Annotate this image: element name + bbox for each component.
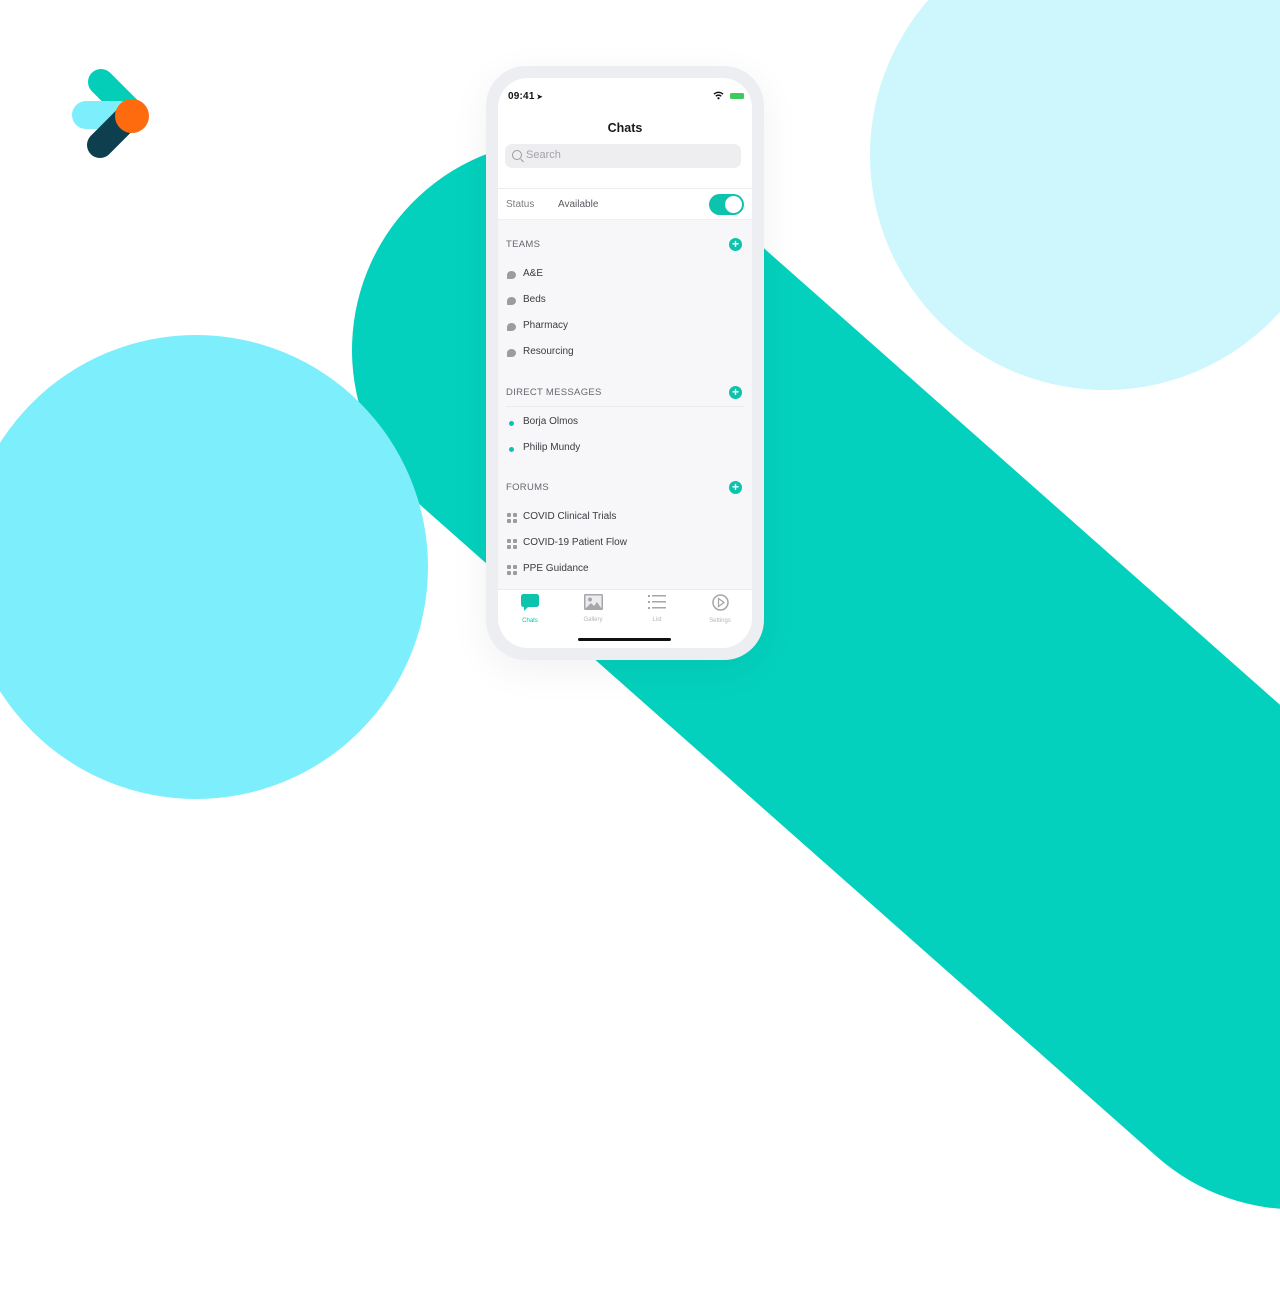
add-forum-button[interactable]: + <box>729 481 742 494</box>
logo-orange-dot <box>115 99 149 133</box>
chat-bubble-icon <box>521 594 539 611</box>
play-circle-icon <box>711 594 729 611</box>
add-team-button[interactable]: + <box>729 238 742 251</box>
search-icon <box>512 150 522 160</box>
search-input[interactable]: Search <box>505 144 741 168</box>
background-circle-light <box>870 0 1280 390</box>
home-indicator <box>578 638 671 641</box>
list-icon <box>648 595 666 609</box>
page-title: Chats <box>607 121 643 135</box>
section-forums-title: FORUMS <box>506 482 549 493</box>
chat-bubble-icon <box>507 297 516 305</box>
location-arrow-icon: ➤ <box>536 94 543 101</box>
status-value: Available <box>558 199 599 210</box>
status-row: Status Available <box>498 189 752 220</box>
tab-bar: Chats Gallery List Settings <box>498 589 752 648</box>
online-status-dot <box>509 421 514 426</box>
grid-icon <box>507 539 517 549</box>
status-label: Status <box>506 199 535 210</box>
section-teams-title: TEAMS <box>506 239 541 250</box>
status-time: 09:41 ➤ <box>508 91 543 102</box>
section-direct-messages-title: DIRECT MESSAGES <box>506 387 602 398</box>
chat-bubble-icon <box>507 349 516 357</box>
tab-gallery[interactable]: Gallery <box>561 594 625 623</box>
phone-screen: 09:41 ➤ Chats Search Status Available TEA… <box>498 78 752 648</box>
tab-chats[interactable]: Chats <box>498 594 562 624</box>
online-status-dot <box>509 447 514 452</box>
chat-bubble-icon <box>507 323 516 331</box>
add-direct-message-button[interactable]: + <box>729 386 742 399</box>
battery-icon <box>730 93 744 99</box>
tab-settings[interactable]: Settings <box>688 594 752 624</box>
wifi-icon <box>713 91 724 100</box>
image-icon <box>583 594 603 610</box>
grid-icon <box>507 513 517 523</box>
toggle-knob <box>725 196 742 213</box>
status-bar: 09:41 ➤ <box>498 78 752 108</box>
phone-mockup: 09:41 ➤ Chats Search Status Available TEA… <box>486 66 764 660</box>
section-divider <box>506 406 744 407</box>
chat-bubble-icon <box>507 271 516 279</box>
search-placeholder: Search <box>526 149 561 161</box>
grid-icon <box>507 565 517 575</box>
availability-toggle[interactable] <box>709 194 744 215</box>
tab-list[interactable]: List <box>625 594 689 623</box>
chats-header: Chats Search <box>498 108 752 189</box>
brand-logo <box>72 69 149 158</box>
